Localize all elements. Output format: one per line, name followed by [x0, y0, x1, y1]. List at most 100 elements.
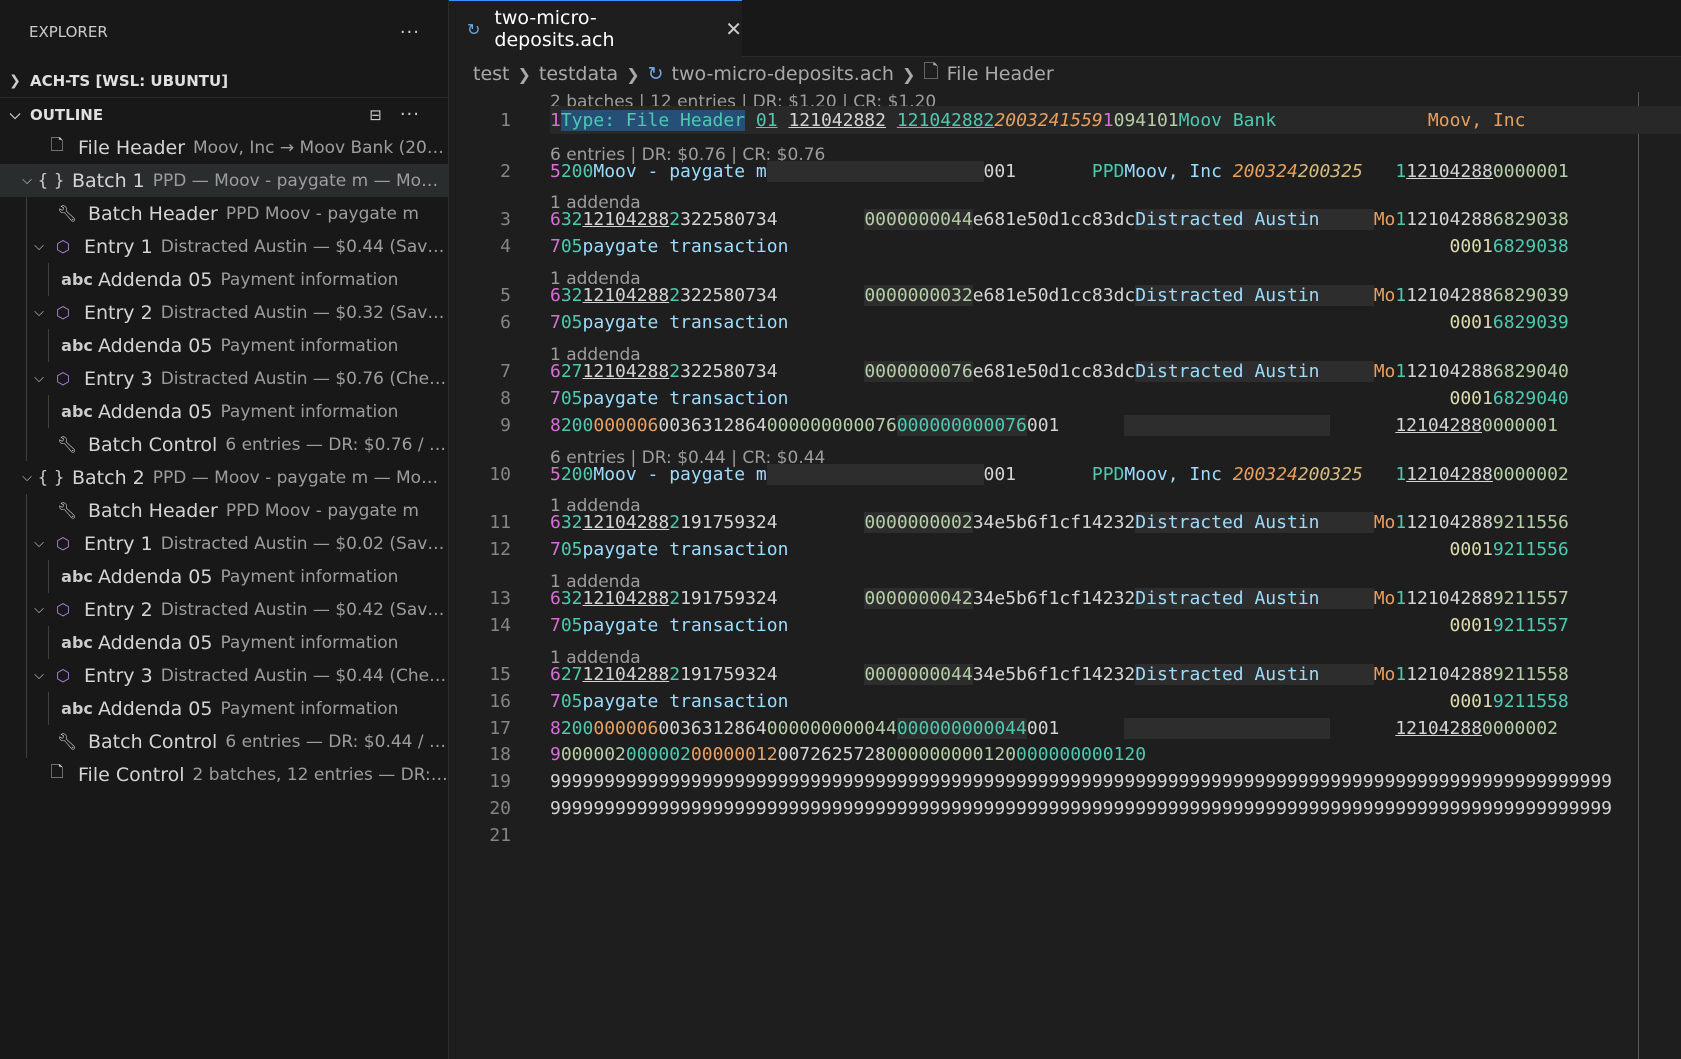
cube-icon: ⬡ [56, 534, 70, 553]
token: 32 [560, 588, 583, 609]
outline-more-icon[interactable]: ··· [400, 104, 420, 125]
outline-item-batch-2[interactable]: ⌵ { } Batch 2 PPD — Moov - paygate m — M… [0, 461, 448, 494]
breadcrumb-item[interactable]: test [473, 63, 510, 85]
outline-item-desc: Distracted Austin — $0.44 (Checkin... [160, 665, 448, 686]
code-line: 632121042882191759324 000000004234e5b6f1… [550, 588, 1569, 609]
outline-item-entry-1[interactable]: ⌵ ⬡ Entry 1 Distracted Austin — $0.02 (S… [0, 527, 448, 560]
token: e681e50d1cc83dc [972, 209, 1136, 230]
outline-item-batch-header[interactable]: 🔧︎ Batch Header PPD Moov - paygate m [0, 494, 448, 527]
outline-item-desc: Payment information [220, 698, 399, 719]
indent-guide [26, 329, 27, 362]
outline-item-addenda[interactable]: abc Addenda 05 Payment information [0, 329, 448, 362]
token: 6829040 [1492, 388, 1569, 409]
chevron-down-icon: ⌵ [34, 239, 44, 254]
indent-guide [48, 626, 49, 659]
outline-item-batch-control[interactable]: 🔧︎ Batch Control 6 entries — DR: $0.76 /… [0, 428, 448, 461]
token: 121042882 [896, 110, 995, 131]
outline-item-entry-1[interactable]: ⌵ ⬡ Entry 1 Distracted Austin — $0.44 (S… [0, 230, 448, 263]
token: 200324 [1232, 464, 1298, 485]
close-icon[interactable]: ✕ [725, 17, 742, 41]
outline-item-entry-3[interactable]: ⌵ ⬡ Entry 3 Distracted Austin — $0.44 (C… [0, 659, 448, 692]
token: Moov - paygate m [593, 161, 767, 182]
indent-guide [26, 626, 27, 659]
token: Moov Bank [1178, 110, 1277, 131]
workspace-section-header[interactable]: ❯ ACH-TS [WSL: UBUNTU] [0, 64, 448, 98]
collapse-all-icon[interactable]: ⊟ [369, 106, 382, 124]
token: 6829040 [1492, 361, 1569, 382]
outline-section-header[interactable]: ⌵ OUTLINE ⊟ ··· [0, 98, 448, 131]
chevron-down-icon: ⌵ [22, 173, 32, 188]
indent-guide [26, 428, 27, 461]
token: Moov, Inc [1124, 161, 1233, 182]
token: 200 [560, 161, 594, 182]
outline-item-entry-2[interactable]: ⌵ ⬡ Entry 2 Distracted Austin — $0.42 (S… [0, 593, 448, 626]
outline-item-desc: Payment information [220, 566, 399, 587]
token: 000006 [593, 718, 659, 739]
outline-item-batch-1[interactable]: ⌵ { } Batch 1 PPD — Moov - paygate m — M… [0, 164, 448, 197]
outline-item-batch-header[interactable]: 🔧︎ Batch Header PPD Moov - paygate m [0, 197, 448, 230]
outline-item-addenda[interactable]: abc Addenda 05 Payment information [0, 626, 448, 659]
breadcrumb-item[interactable]: testdata [539, 63, 618, 85]
token: 200 [560, 415, 594, 436]
token: 6829039 [1492, 285, 1569, 306]
vertical-ruler [1638, 92, 1639, 1059]
outline-item-desc: Moov, Inc → Moov Bank (2020-... [193, 137, 448, 158]
token: 7 [550, 615, 561, 636]
outline-item-file-control[interactable]: 🗋 File Control 2 batches, 12 entries — D… [0, 758, 448, 791]
outline-item-desc: Distracted Austin — $0.76 (Checkin... [160, 368, 448, 389]
more-actions-icon[interactable]: ··· [400, 22, 420, 43]
outline-item-file-header[interactable]: 🗋 File Header Moov, Inc → Moov Bank (202… [0, 131, 448, 164]
outline-item-desc: Distracted Austin — $0.44 (Savings ... [160, 236, 448, 257]
chevron-down-icon: ⌵ [22, 470, 32, 485]
line-number: 19 [489, 771, 511, 792]
token: 2 [669, 664, 681, 685]
token: 0036312864 [658, 718, 767, 739]
outline-item-label: Entry 3 [84, 367, 153, 390]
token: 12104288 [1406, 361, 1493, 382]
token: 2 [669, 361, 681, 382]
token: 094101 [1113, 110, 1179, 131]
string-abc-icon: abc [61, 336, 93, 355]
outline-item-addenda[interactable]: abc Addenda 05 Payment information [0, 395, 448, 428]
token: 7 [550, 388, 561, 409]
chevron-down-icon: ⌵ [34, 305, 44, 320]
string-abc-icon: abc [61, 699, 93, 718]
token: Moov, Inc [1124, 464, 1233, 485]
tab-two-micro-deposits[interactable]: ↻ two-micro-deposits.ach ✕ [449, 0, 742, 57]
outline-item-batch-control[interactable]: 🔧︎ Batch Control 6 entries — DR: $0.44 /… [0, 725, 448, 758]
outline-item-label: Entry 1 [84, 235, 153, 258]
file-icon: 🗋 [50, 762, 64, 781]
outline-item-addenda[interactable]: abc Addenda 05 Payment information [0, 560, 448, 593]
outline-item-label: Entry 2 [84, 598, 153, 621]
token: 0000000076 [864, 361, 973, 382]
indent-guide [26, 494, 27, 527]
token: Distracted Austin [1135, 285, 1320, 306]
code-line: 632121042882191759324 000000000234e5b6f1… [550, 512, 1569, 533]
code-line: 632121042882322580734 0000000044e681e50d… [550, 209, 1569, 230]
code-editor[interactable]: 2 batches | 12 entries | DR: $1.20 | CR:… [449, 92, 1681, 1059]
outline-item-entry-2[interactable]: ⌵ ⬡ Entry 2 Distracted Austin — $0.32 (S… [0, 296, 448, 329]
token: 32 [560, 512, 583, 533]
cube-icon: ⬡ [56, 600, 70, 619]
braces-icon: { } [37, 170, 65, 191]
breadcrumb-item[interactable]: two-micro-deposits.ach [672, 63, 894, 85]
chevron-down-icon: ⌵ [34, 668, 44, 683]
breadcrumb-item[interactable]: File Header [947, 63, 1054, 85]
token: 0000001 [1492, 161, 1569, 182]
outline-item-addenda[interactable]: abc Addenda 05 Payment information [0, 692, 448, 725]
outline-item-addenda[interactable]: abc Addenda 05 Payment information [0, 263, 448, 296]
line-number: 18 [489, 744, 511, 765]
token: 9211556 [1492, 539, 1569, 560]
wrench-icon: 🔧︎ [56, 435, 78, 454]
outline-item-label: Entry 2 [84, 301, 153, 324]
token: 9211556 [1492, 512, 1569, 533]
line-number: 11 [489, 512, 511, 533]
indent-guide [48, 692, 49, 725]
outline-item-desc: 2 batches, 12 entries — DR: $1.... [192, 764, 448, 785]
outline-item-entry-3[interactable]: ⌵ ⬡ Entry 3 Distracted Austin — $0.76 (C… [0, 362, 448, 395]
token: 05 [560, 388, 583, 409]
token: 9211557 [1492, 615, 1569, 636]
token: 0001 [1449, 691, 1493, 712]
outline-item-label: Batch Header [88, 202, 218, 225]
